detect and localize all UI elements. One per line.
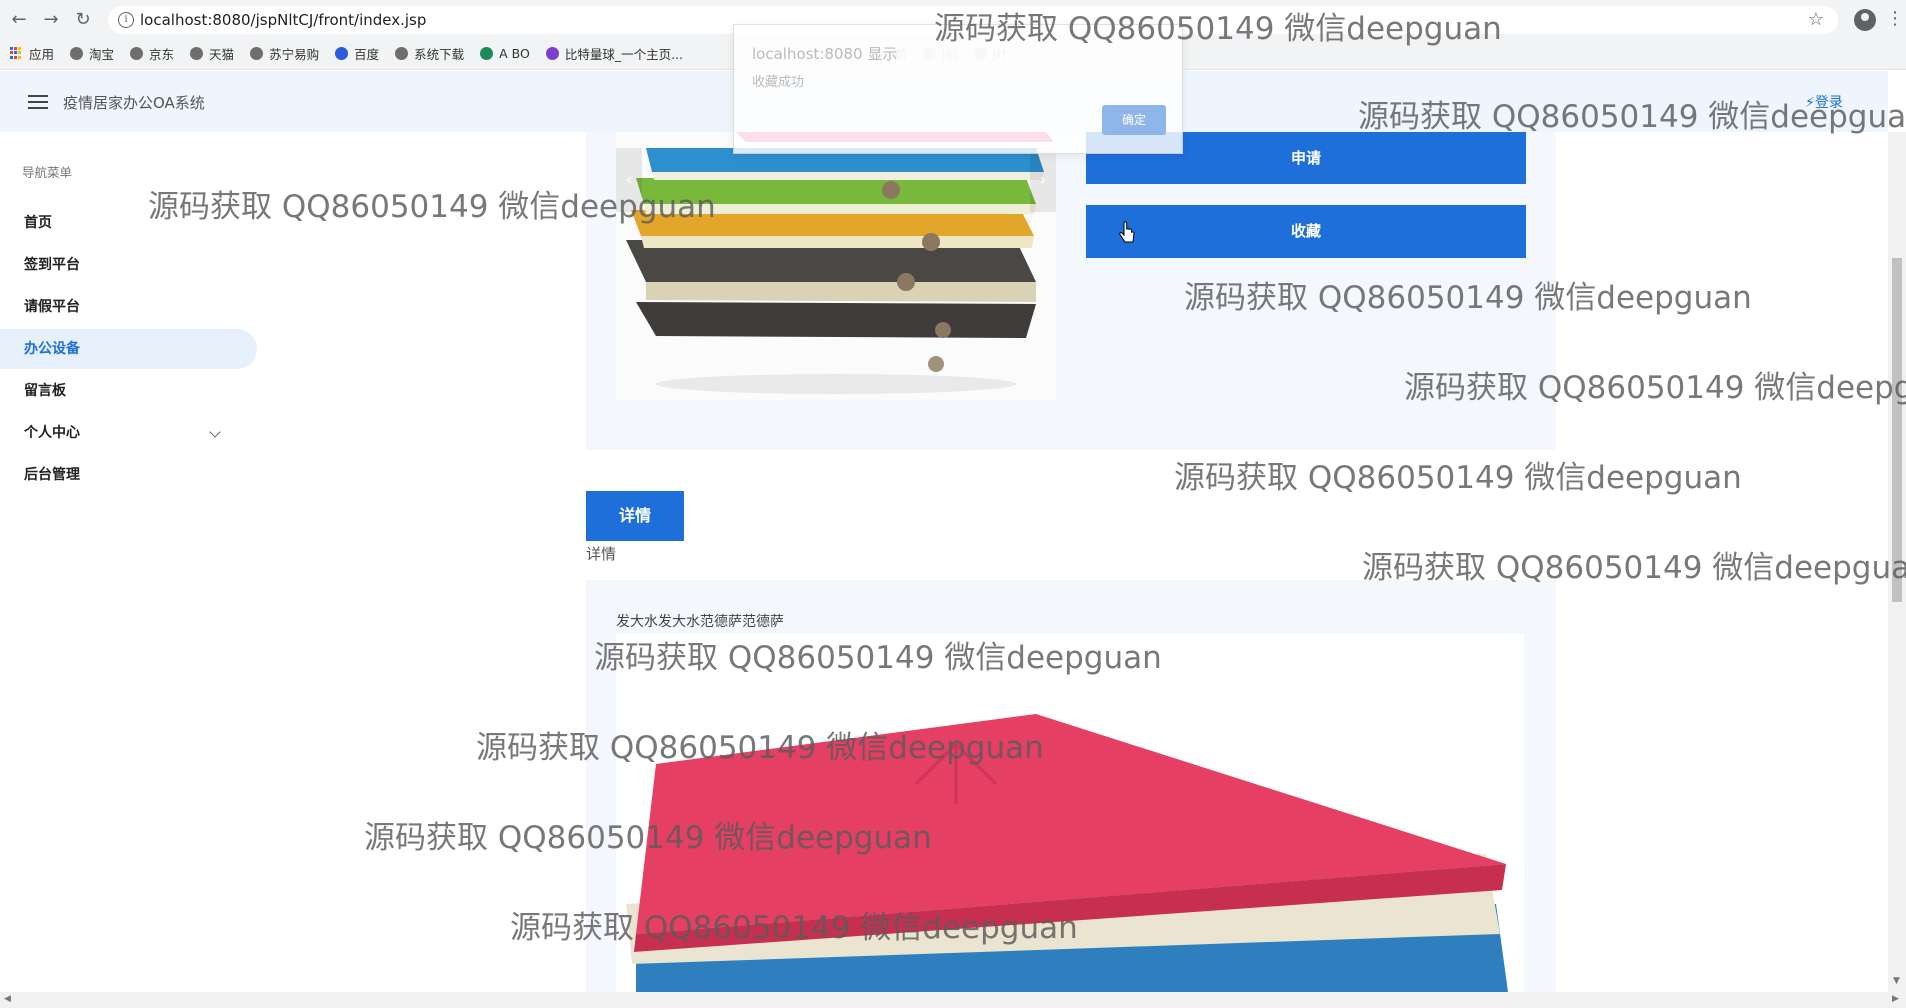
carousel-next-icon[interactable]: ›: [1030, 148, 1056, 212]
bookmark-label: 比特量球_一个主页...: [564, 46, 684, 62]
alert-message: 收藏成功: [752, 75, 805, 90]
sidebar-item-leave[interactable]: 请假平台: [0, 287, 257, 327]
sidebar-item-label: 首页: [24, 215, 52, 231]
sidebar-item-label: 请假平台: [24, 299, 80, 315]
sidebar-item-personal-center[interactable]: 个人中心: [0, 413, 257, 453]
sidebar-item-label: 后台管理: [24, 467, 80, 483]
paw-icon: [335, 46, 349, 60]
bookmark-label: 京东: [149, 46, 175, 62]
notebook-stack-image: [616, 132, 1056, 400]
bookmark-jd[interactable]: 京东: [130, 44, 174, 63]
scroll-down-icon[interactable]: ▼: [1893, 976, 1900, 986]
info-icon[interactable]: i: [118, 12, 134, 28]
more-menu-icon[interactable]: ⋮: [1886, 8, 1904, 29]
sidebar-item-label: 办公设备: [24, 341, 80, 357]
scroll-left-icon[interactable]: ◀: [4, 994, 11, 1004]
horizontal-scrollbar[interactable]: ◀ ▶: [0, 992, 1906, 1008]
bookmark-label: A BO: [499, 45, 530, 61]
sidebar-caption: 导航菜单: [22, 165, 73, 180]
bookmark-label: 苏宁易购: [269, 46, 320, 62]
login-link[interactable]: ⚡登录: [1805, 92, 1843, 112]
hamburger-menu-icon[interactable]: [28, 95, 48, 109]
bookmark-apps[interactable]: 应用: [10, 44, 54, 63]
url-text[interactable]: localhost:8080/jspNltCJ/front/index.jsp: [140, 11, 426, 29]
globe-icon: [190, 46, 204, 60]
back-arrow-icon[interactable]: ←: [8, 9, 30, 31]
profile-avatar-icon[interactable]: [1854, 9, 1876, 31]
reload-icon[interactable]: ↻: [72, 9, 94, 31]
app-title: 疫情居家办公OA系统: [63, 94, 205, 112]
bookmark-taobao[interactable]: 淘宝: [70, 44, 114, 63]
sidebar-item-label: 签到平台: [24, 257, 80, 273]
alert-dialog: localhost:8080 显示 收藏成功 确定: [733, 24, 1183, 154]
sidebar-item-home[interactable]: 首页: [0, 203, 257, 243]
mouse-cursor-icon: [1118, 221, 1136, 249]
alert-ok-button[interactable]: 确定: [1102, 105, 1166, 135]
globe-icon: [395, 46, 409, 60]
scroll-right-icon[interactable]: ▶: [1892, 994, 1899, 1004]
pink-notebook-image: [616, 634, 1524, 992]
alert-title: localhost:8080 显示: [752, 45, 898, 63]
detail-button[interactable]: 详情: [586, 491, 684, 541]
bookmark-abo[interactable]: A BO: [480, 46, 530, 61]
sidebar: 导航菜单 首页 签到平台 请假平台 办公设备 留言板 个人中心 后台管理: [0, 132, 260, 992]
bookmark-tmall[interactable]: 天猫: [190, 44, 234, 63]
detail-section-label: 详情: [586, 545, 617, 563]
forward-arrow-icon[interactable]: →: [40, 9, 62, 31]
globe-icon: [130, 46, 144, 60]
globe-icon: [250, 46, 264, 60]
chevron-down-icon: [209, 426, 221, 438]
carousel-prev-icon[interactable]: ‹: [616, 148, 642, 212]
watermark-text: 源码获取 QQ86050149 微信deepguan: [1174, 460, 1742, 496]
bookmark-baidu[interactable]: 百度: [335, 44, 379, 63]
bookmark-label: 系统下载: [414, 46, 465, 62]
product-image-carousel[interactable]: [616, 132, 1056, 400]
apps-grid-icon: [10, 46, 23, 60]
favorite-button[interactable]: 收藏: [1086, 205, 1526, 258]
sidebar-item-admin[interactable]: 后台管理: [0, 455, 257, 495]
bookmark-label: 天猫: [209, 46, 235, 62]
bit-icon: [545, 46, 559, 60]
sidebar-item-office-equipment[interactable]: 办公设备: [0, 329, 257, 369]
bookmark-star-icon[interactable]: ☆: [1808, 9, 1824, 30]
product-name[interactable]: 发大水发大水范德萨范德萨: [616, 611, 784, 631]
sidebar-item-checkin[interactable]: 签到平台: [0, 245, 257, 285]
product-image-2[interactable]: [616, 634, 1524, 992]
bookmark-suning[interactable]: 苏宁易购: [250, 44, 319, 63]
bookmark-bitqiu[interactable]: 比特量球_一个主页...: [545, 44, 684, 63]
sidebar-item-label: 个人中心: [24, 425, 80, 441]
bookmark-label: 淘宝: [89, 46, 115, 62]
globe-icon: [70, 46, 84, 60]
vertical-scrollbar[interactable]: ▼: [1888, 132, 1906, 992]
sidebar-item-message-board[interactable]: 留言板: [0, 371, 257, 411]
sidebar-item-label: 留言板: [24, 383, 66, 399]
leaf-icon: [480, 46, 494, 60]
scrollbar-thumb[interactable]: [1892, 258, 1902, 602]
bookmark-label: 应用: [29, 46, 55, 62]
bookmark-label: 百度: [354, 46, 380, 62]
bookmark-system-download[interactable]: 系统下载: [395, 44, 464, 63]
